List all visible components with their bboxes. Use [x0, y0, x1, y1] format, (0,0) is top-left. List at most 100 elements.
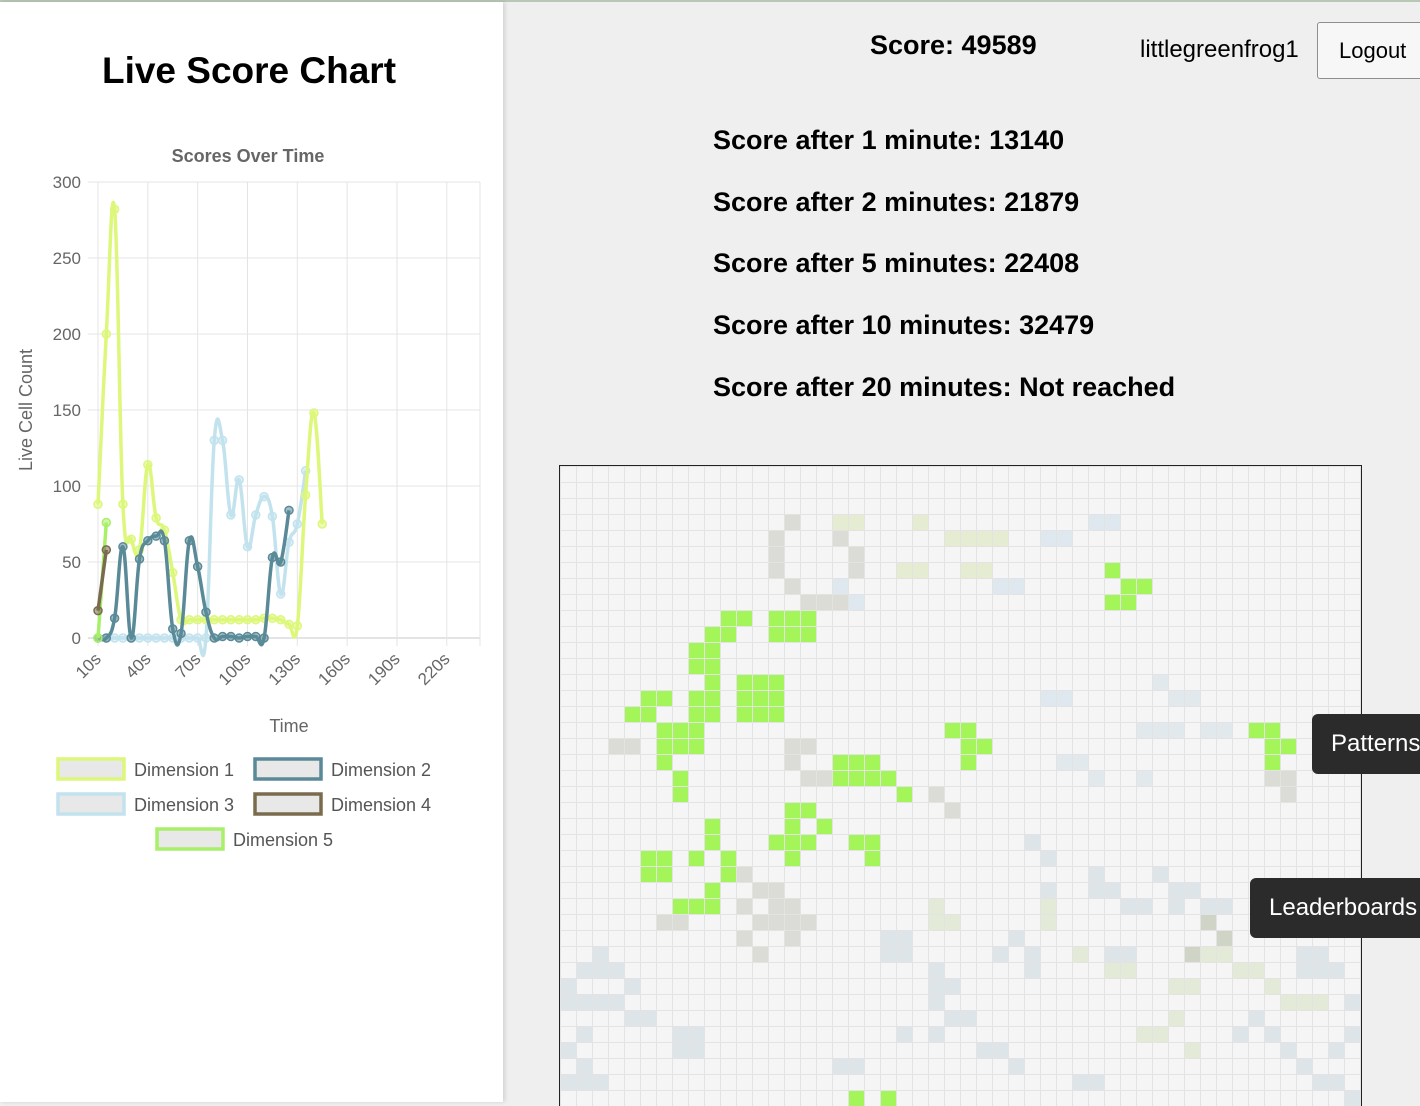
leaderboards-button[interactable]: Leaderboards	[1250, 878, 1420, 938]
faded-cell	[1312, 946, 1328, 962]
chart-panel: Live Score Chart Scores Over Time 0 50 100 1…	[0, 2, 503, 1102]
faded-cell	[608, 994, 624, 1010]
live-cell	[720, 866, 736, 882]
data-point-dimension-5	[93, 633, 103, 643]
data-point-dimension-3	[184, 633, 195, 643]
faded-cell	[1216, 930, 1232, 946]
faded-cell	[1136, 898, 1152, 914]
faded-cell	[784, 930, 800, 946]
faded-cell	[1152, 674, 1168, 690]
milestone-1-minute: Score after 1 minute: 13140	[713, 125, 1065, 155]
faded-cell	[832, 514, 848, 530]
data-point-dimension-2	[275, 557, 286, 567]
live-cell	[704, 674, 720, 690]
data-point-dimension-3	[201, 633, 211, 643]
faded-cell	[960, 1010, 976, 1026]
faded-cell	[880, 946, 896, 962]
live-cell	[688, 706, 704, 722]
live-cell	[736, 690, 752, 706]
data-point-dimension-3	[267, 511, 278, 522]
game-board[interactable]	[559, 465, 1362, 1106]
faded-cell	[1088, 514, 1104, 530]
live-cell	[704, 818, 720, 834]
faded-cell	[592, 994, 608, 1010]
y-tick-label: 50	[62, 553, 81, 572]
live-cell	[688, 850, 704, 866]
data-point-dimension-2	[176, 628, 186, 639]
faded-cell	[1088, 882, 1104, 898]
patterns-button[interactable]: Patterns	[1312, 714, 1420, 774]
live-cell	[656, 690, 672, 706]
faded-cell	[624, 738, 640, 754]
live-cell	[736, 674, 752, 690]
data-point-dimension-1	[317, 519, 327, 529]
faded-cell	[1296, 946, 1312, 962]
milestone-20-minutes: Score after 20 minutes: Not reached	[713, 371, 1176, 402]
faded-cell	[1136, 722, 1152, 738]
live-cell	[896, 786, 912, 802]
faded-cell	[784, 514, 800, 530]
y-axis-label: Live Cell Count	[16, 349, 36, 471]
live-cell	[672, 770, 688, 786]
faded-cell	[1152, 722, 1168, 738]
x-tick-label: 130s	[265, 649, 305, 689]
faded-cell	[560, 994, 576, 1010]
live-cell	[1248, 722, 1264, 738]
faded-cell	[768, 530, 784, 546]
faded-cell	[1040, 914, 1056, 930]
faded-cell	[1328, 1042, 1344, 1058]
cell-grid[interactable]	[560, 466, 1361, 1106]
live-cell	[624, 706, 640, 722]
faded-cell	[1184, 690, 1200, 706]
faded-cell	[592, 962, 608, 978]
faded-cell	[768, 898, 784, 914]
faded-cell	[1184, 1042, 1200, 1058]
faded-cell	[928, 1026, 944, 1042]
live-cell	[784, 834, 800, 850]
faded-cell	[912, 514, 928, 530]
faded-cell	[1280, 1042, 1296, 1058]
faded-cell	[1280, 994, 1296, 1010]
data-point-dimension-2	[101, 633, 112, 643]
faded-cell	[848, 562, 864, 578]
faded-cell	[1312, 962, 1328, 978]
live-cell	[864, 754, 880, 770]
faded-cell	[800, 914, 816, 930]
logout-button[interactable]: Logout	[1317, 22, 1420, 79]
live-cell	[784, 802, 800, 818]
faded-cell	[896, 930, 912, 946]
live-cell	[672, 898, 688, 914]
faded-cell	[928, 914, 944, 930]
faded-cell	[1072, 946, 1088, 962]
live-cell	[656, 754, 672, 770]
score-milestones: Score after 1 minute: 13140 Score after …	[713, 122, 1175, 430]
faded-cell	[1072, 754, 1088, 770]
faded-cell	[1280, 786, 1296, 802]
data-point-dimension-3	[134, 633, 145, 643]
faded-cell	[1152, 1026, 1168, 1042]
faded-cell	[1184, 946, 1200, 962]
faded-cell	[1168, 898, 1184, 914]
faded-cell	[896, 562, 912, 578]
faded-cell	[576, 1026, 592, 1042]
live-cell	[656, 866, 672, 882]
faded-cell	[832, 594, 848, 610]
faded-cell	[832, 578, 848, 594]
live-cell	[864, 850, 880, 866]
faded-cell	[1008, 578, 1024, 594]
data-point-dimension-2	[118, 542, 128, 552]
data-point-dimension-1	[209, 615, 220, 625]
data-point-dimension-2	[134, 554, 145, 564]
faded-cell	[928, 898, 944, 914]
faded-cell	[560, 978, 576, 994]
faded-cell	[688, 1042, 704, 1058]
legend-swatch-dimension-5	[155, 827, 225, 851]
data-point-dimension-3	[217, 435, 228, 446]
live-cell	[976, 738, 992, 754]
x-axis-label: Time	[269, 716, 308, 736]
x-tick-label: 190s	[364, 649, 404, 689]
live-cell	[640, 866, 656, 882]
live-cell	[688, 690, 704, 706]
y-tick-label: 300	[53, 173, 81, 192]
faded-cell	[1248, 962, 1264, 978]
